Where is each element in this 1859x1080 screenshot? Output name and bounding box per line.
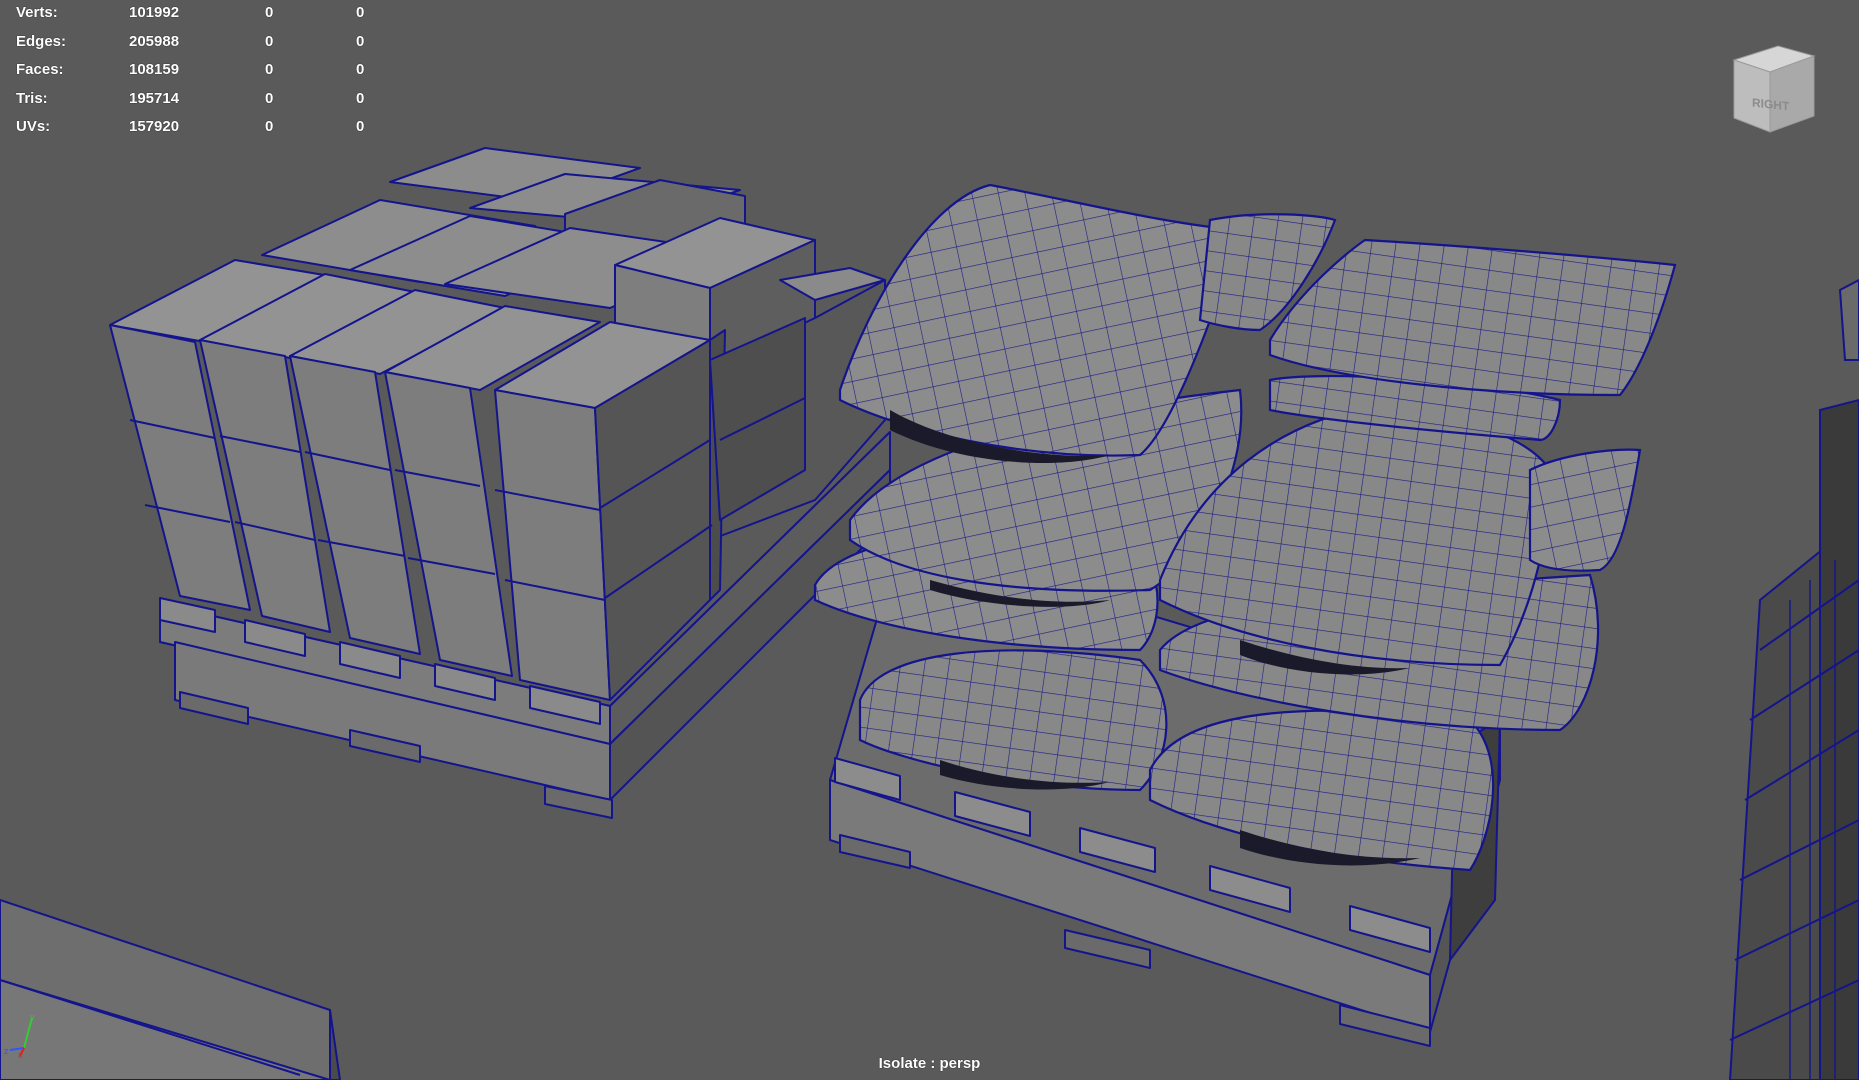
sandbags: [813, 183, 1677, 872]
hud-value: 0: [265, 118, 274, 136]
viewcube-icon[interactable]: RIGHT: [1728, 38, 1820, 138]
scene-render: [0, 147, 1859, 1080]
hud-row-tris: Tris: 195714 0 0: [14, 90, 394, 119]
bottom-left-slab: [0, 898, 342, 1080]
hud-label: UVs:: [16, 118, 51, 136]
hud-value: 0: [356, 61, 365, 79]
hud-value: 0: [265, 32, 274, 50]
camera-label: Isolate : persp: [878, 1055, 981, 1072]
hud-value: 205988: [129, 32, 180, 50]
hud-value: 0: [265, 61, 274, 79]
hud-row-edges: Edges: 205988 0 0: [14, 33, 394, 62]
hud-row-verts: Verts: 101992 0 0: [14, 4, 394, 33]
hud-value: 0: [265, 4, 274, 21]
right-edge-rack: [1728, 278, 1859, 1080]
viewport-persp[interactable]: Verts: 101992 0 0 Edges: 205988 0 0 Face…: [0, 0, 1859, 1080]
axis-gizmo-icon: y z x: [4, 1012, 35, 1058]
hud-row-uvs: UVs: 157920 0 0: [14, 118, 394, 147]
hud-value: 0: [356, 4, 365, 21]
hud-label: Faces:: [16, 61, 64, 79]
hud-value: 0: [356, 89, 365, 107]
left-pallet: [109, 147, 891, 819]
hud-label: Edges:: [16, 32, 67, 50]
hud-value: 0: [356, 118, 365, 136]
hud-value: 101992: [129, 4, 180, 21]
axis-y-label: y: [30, 1012, 35, 1022]
hud-value: 0: [265, 89, 274, 107]
hud-row-faces: Faces: 108159 0 0: [14, 61, 394, 90]
hud-label: Verts:: [16, 4, 58, 21]
hud-value: 157920: [129, 118, 180, 136]
hud-value: 108159: [129, 61, 180, 79]
hud-label: Tris:: [16, 89, 48, 107]
poly-count-hud: Verts: 101992 0 0 Edges: 205988 0 0 Face…: [14, 4, 394, 147]
hud-value: 195714: [129, 89, 180, 107]
hud-value: 0: [356, 32, 365, 50]
